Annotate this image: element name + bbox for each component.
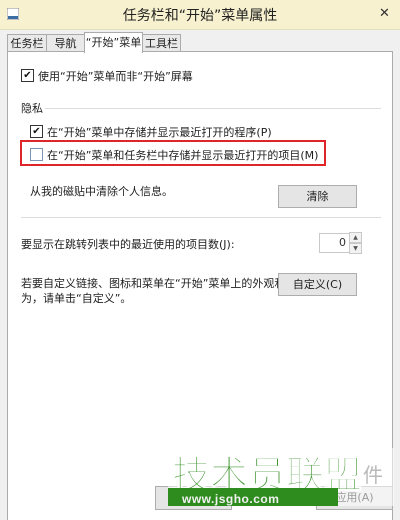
clear-personal-info-text: 从我的磁贴中清除个人信息。 bbox=[30, 185, 173, 198]
store-programs-checkbox[interactable]: ✔ bbox=[30, 125, 43, 138]
title-bar: 任务栏和“开始”菜单属性 ✕ bbox=[0, 0, 400, 30]
use-start-menu-label: 使用“开始”菜单而非“开始”屏幕 bbox=[38, 70, 193, 83]
customize-description-line1: 若要自定义链接、图标和菜单在“开始”菜单上的外观和行 bbox=[21, 277, 297, 290]
privacy-group-title: 隐私 bbox=[21, 102, 43, 115]
window-title: 任务栏和“开始”菜单属性 bbox=[122, 8, 278, 24]
clear-button[interactable]: 清除 bbox=[278, 185, 357, 208]
spin-down-icon[interactable]: ▼ bbox=[349, 243, 362, 254]
privacy-group-bottom-divider bbox=[21, 217, 381, 218]
jumplist-count-input[interactable]: 0 bbox=[319, 233, 351, 253]
tab-start-menu[interactable]: “开始”菜单 bbox=[84, 32, 143, 53]
apply-button[interactable]: 应用(A) bbox=[316, 486, 393, 510]
store-items-checkbox[interactable] bbox=[30, 148, 43, 161]
spin-up-icon[interactable]: ▲ bbox=[349, 232, 362, 243]
tab-panel: ✔ 使用“开始”菜单而非“开始”屏幕 隐私 ✔ 在“开始”菜单中存储并显示最近打… bbox=[7, 51, 393, 520]
store-programs-label: 在“开始”菜单中存储并显示最近打开的程序(P) bbox=[47, 126, 272, 139]
privacy-group-divider bbox=[45, 108, 381, 109]
tab-taskbar[interactable]: 任务栏 bbox=[7, 34, 47, 52]
customize-button[interactable]: 自定义(C) bbox=[278, 273, 357, 296]
close-button[interactable]: ✕ bbox=[376, 5, 393, 22]
customize-description-line2: 为，请单击“自定义”。 bbox=[21, 292, 132, 305]
watermark-url: www.jsgho.com bbox=[182, 492, 280, 506]
use-start-menu-checkbox[interactable]: ✔ bbox=[21, 69, 34, 82]
tab-navigation[interactable]: 导航 bbox=[46, 34, 85, 52]
store-items-label: 在“开始”菜单和任务栏中存储并显示最近打开的项目(M) bbox=[47, 149, 319, 162]
jumplist-spinner: ▲ ▼ bbox=[349, 232, 362, 254]
jumplist-count-label: 要显示在跳转列表中的最近使用的项目数(J): bbox=[21, 238, 235, 251]
tab-toolbars[interactable]: 工具栏 bbox=[142, 34, 181, 52]
